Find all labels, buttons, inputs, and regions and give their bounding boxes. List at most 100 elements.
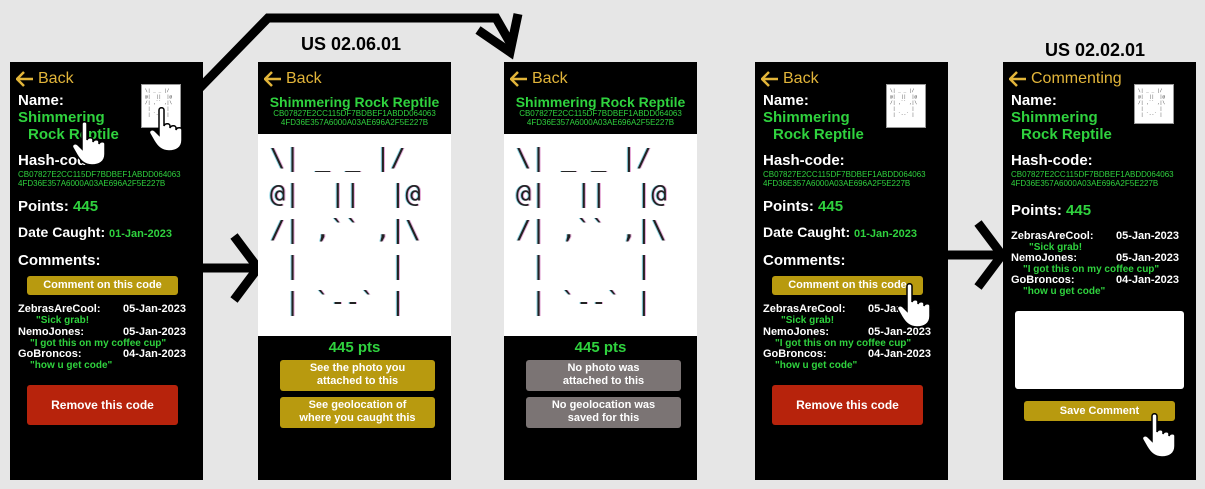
comment-text: "Sick grab!: [781, 315, 835, 326]
comment-user: GoBroncos:: [18, 348, 82, 360]
hash-line-1: CB07827E2CC115DF7BDBEF1ABDD064063: [273, 109, 436, 118]
back-button[interactable]: Back: [510, 70, 568, 88]
back-arrow-icon: [761, 71, 778, 87]
date-label-text: Date Caught:: [763, 224, 851, 240]
no-geolocation-line-2: saved for this: [567, 412, 640, 424]
see-photo-line-1: See the photo you: [309, 362, 406, 374]
hash-line-2: 4FD36E357A6000A03AE696A2F5E227B: [526, 118, 675, 127]
points-display: 445 pts: [574, 339, 627, 356]
hash-label: Hash-code:: [763, 152, 845, 169]
date-label: Date Caught: 01-Jan-2023: [18, 224, 172, 240]
points-label-text: Points:: [1011, 202, 1062, 219]
points-label: Points: 445: [1011, 202, 1091, 219]
name-line-1: Shimmering: [1011, 109, 1098, 126]
screen-code-details: Back Name: Shimmering Rock Reptile \| _ …: [10, 62, 203, 480]
hash-line-2: 4FD36E357A6000A03AE696A2F5E227B: [18, 179, 166, 188]
points-display: 445 pts: [328, 339, 381, 356]
comment-text: "Sick grab!: [36, 315, 90, 326]
date-value: 01-Jan-2023: [109, 228, 173, 240]
comment-user: GoBroncos:: [763, 348, 827, 360]
code-ascii-art: \| _ _ |/ @| || |@ /| ,`` ,|\ | | | `--`…: [258, 134, 451, 336]
hand-pointer-icon: [71, 121, 106, 166]
code-name-title: Shimmering Rock Reptile: [269, 94, 440, 110]
comment-user: GoBroncos:: [1011, 274, 1075, 286]
comment-on-code-button[interactable]: Comment on this code: [27, 276, 178, 295]
code-name-title: Shimmering Rock Reptile: [515, 94, 686, 110]
comment-text: "how u get code": [30, 360, 113, 371]
date-value: 01-Jan-2023: [854, 228, 918, 240]
no-geolocation-line-1: No geolocation was: [551, 399, 656, 411]
comment-date: 05-Jan-2023: [123, 326, 186, 338]
comments-label: Comments:: [18, 252, 101, 269]
see-geolocation-line-1: See geolocation of: [308, 399, 407, 411]
back-arrow-icon: [264, 71, 281, 87]
comment-text: "how u get code": [775, 360, 858, 371]
back-arrow-icon: [1009, 71, 1026, 87]
hash-line-2: 4FD36E357A6000A03AE696A2F5E227B: [1011, 179, 1159, 188]
no-photo-line-2: attached to this: [562, 375, 645, 387]
ascii-art-text: \| _ _ |/ @| || |@ /| ,`` ,|\ | | | `--`…: [516, 143, 667, 316]
screen-code-visual: Back Shimmering Rock Reptile CB07827E2CC…: [258, 62, 451, 480]
no-photo-line-1: No photo was: [567, 362, 640, 374]
comment-date: 05-Jan-2023: [123, 303, 186, 315]
comment-text: "how u get code": [1023, 286, 1106, 297]
back-arrow-icon: [16, 71, 33, 87]
no-geolocation-button: No geolocation was saved for this: [526, 397, 681, 428]
see-photo-button[interactable]: See the photo you attached to this: [280, 360, 435, 391]
back-arrow-icon: [510, 71, 527, 87]
name-label: Name:: [1011, 92, 1057, 109]
comment-user: ZebrasAreCool:: [1011, 230, 1094, 242]
name-label: Name:: [18, 92, 64, 109]
see-geolocation-line-2: where you caught this: [299, 412, 416, 424]
comment-date: 05-Jan-2023: [1116, 230, 1179, 242]
screen-code-details-comment: Back Name: Shimmering Rock Reptile \| _ …: [755, 62, 948, 480]
comment-user: ZebrasAreCool:: [18, 303, 101, 315]
thumbnail-ascii: \| _ _ |/ @| || |@ /| ,`` ,|\ | | | `--`…: [1138, 89, 1166, 118]
hash-label: Hash-code:: [1011, 152, 1093, 169]
comment-date: 04-Jan-2023: [123, 348, 186, 360]
code-thumbnail[interactable]: \| _ _ |/ @| || |@ /| ,`` ,|\ | | | `--`…: [886, 84, 926, 128]
hash-line-1: CB07827E2CC115DF7BDBEF1ABDD064063: [18, 170, 181, 179]
back-button[interactable]: Back: [264, 70, 322, 88]
name-line-2: Rock Reptile: [773, 126, 864, 143]
hash-line-1: CB07827E2CC115DF7BDBEF1ABDD064063: [763, 170, 926, 179]
no-photo-button: No photo was attached to this: [526, 360, 681, 391]
back-label: Back: [286, 70, 322, 87]
ascii-art-text: \| _ _ |/ @| || |@ /| ,`` ,|\ | | | `--`…: [270, 143, 421, 316]
date-label-text: Date Caught:: [18, 224, 106, 240]
hash-line-2: 4FD36E357A6000A03AE696A2F5E227B: [280, 118, 429, 127]
code-ascii-art: \| _ _ |/ @| || |@ /| ,`` ,|\ | | | `--`…: [504, 134, 697, 336]
comment-user: ZebrasAreCool:: [763, 303, 846, 315]
comment-date: 05-Jan-2023: [1116, 252, 1179, 264]
points-value: 445: [73, 198, 99, 215]
date-label: Date Caught: 01-Jan-2023: [763, 224, 917, 240]
see-photo-line-2: attached to this: [316, 375, 399, 387]
back-button[interactable]: Back: [16, 70, 74, 88]
hash-line-1: CB07827E2CC115DF7BDBEF1ABDD064063: [519, 109, 682, 118]
points-value: 445: [1066, 202, 1092, 219]
comment-user: NemoJones:: [18, 326, 85, 338]
hash-line-1: CB07827E2CC115DF7BDBEF1ABDD064063: [1011, 170, 1174, 179]
hand-pointer-icon: [148, 107, 183, 152]
name-line-1: Shimmering: [763, 109, 850, 126]
see-geolocation-button[interactable]: See geolocation of where you caught this: [280, 397, 435, 428]
back-button[interactable]: Commenting: [1009, 70, 1122, 88]
remove-code-button[interactable]: Remove this code: [772, 385, 923, 425]
points-label-text: Points:: [18, 198, 69, 215]
points-label-text: Points:: [763, 198, 814, 215]
code-thumbnail[interactable]: \| _ _ |/ @| || |@ /| ,`` ,|\ | | | `--`…: [1134, 84, 1174, 124]
remove-code-button[interactable]: Remove this code: [27, 385, 178, 425]
name-line-2: Rock Reptile: [1021, 126, 1112, 143]
screen-code-visual-no-data: Back Shimmering Rock Reptile CB07827E2CC…: [504, 62, 697, 480]
comment-user: NemoJones:: [1011, 252, 1078, 264]
comments-label: Comments:: [763, 252, 846, 269]
name-label: Name:: [763, 92, 809, 109]
comment-date: 04-Jan-2023: [868, 348, 931, 360]
points-label: Points: 445: [18, 198, 98, 215]
hand-pointer-icon: [1141, 413, 1176, 458]
comment-input[interactable]: [1015, 311, 1184, 389]
back-label: Back: [532, 70, 568, 87]
back-label: Back: [38, 70, 74, 87]
back-button[interactable]: Back: [761, 70, 819, 88]
hand-pointer-icon: [896, 283, 931, 328]
